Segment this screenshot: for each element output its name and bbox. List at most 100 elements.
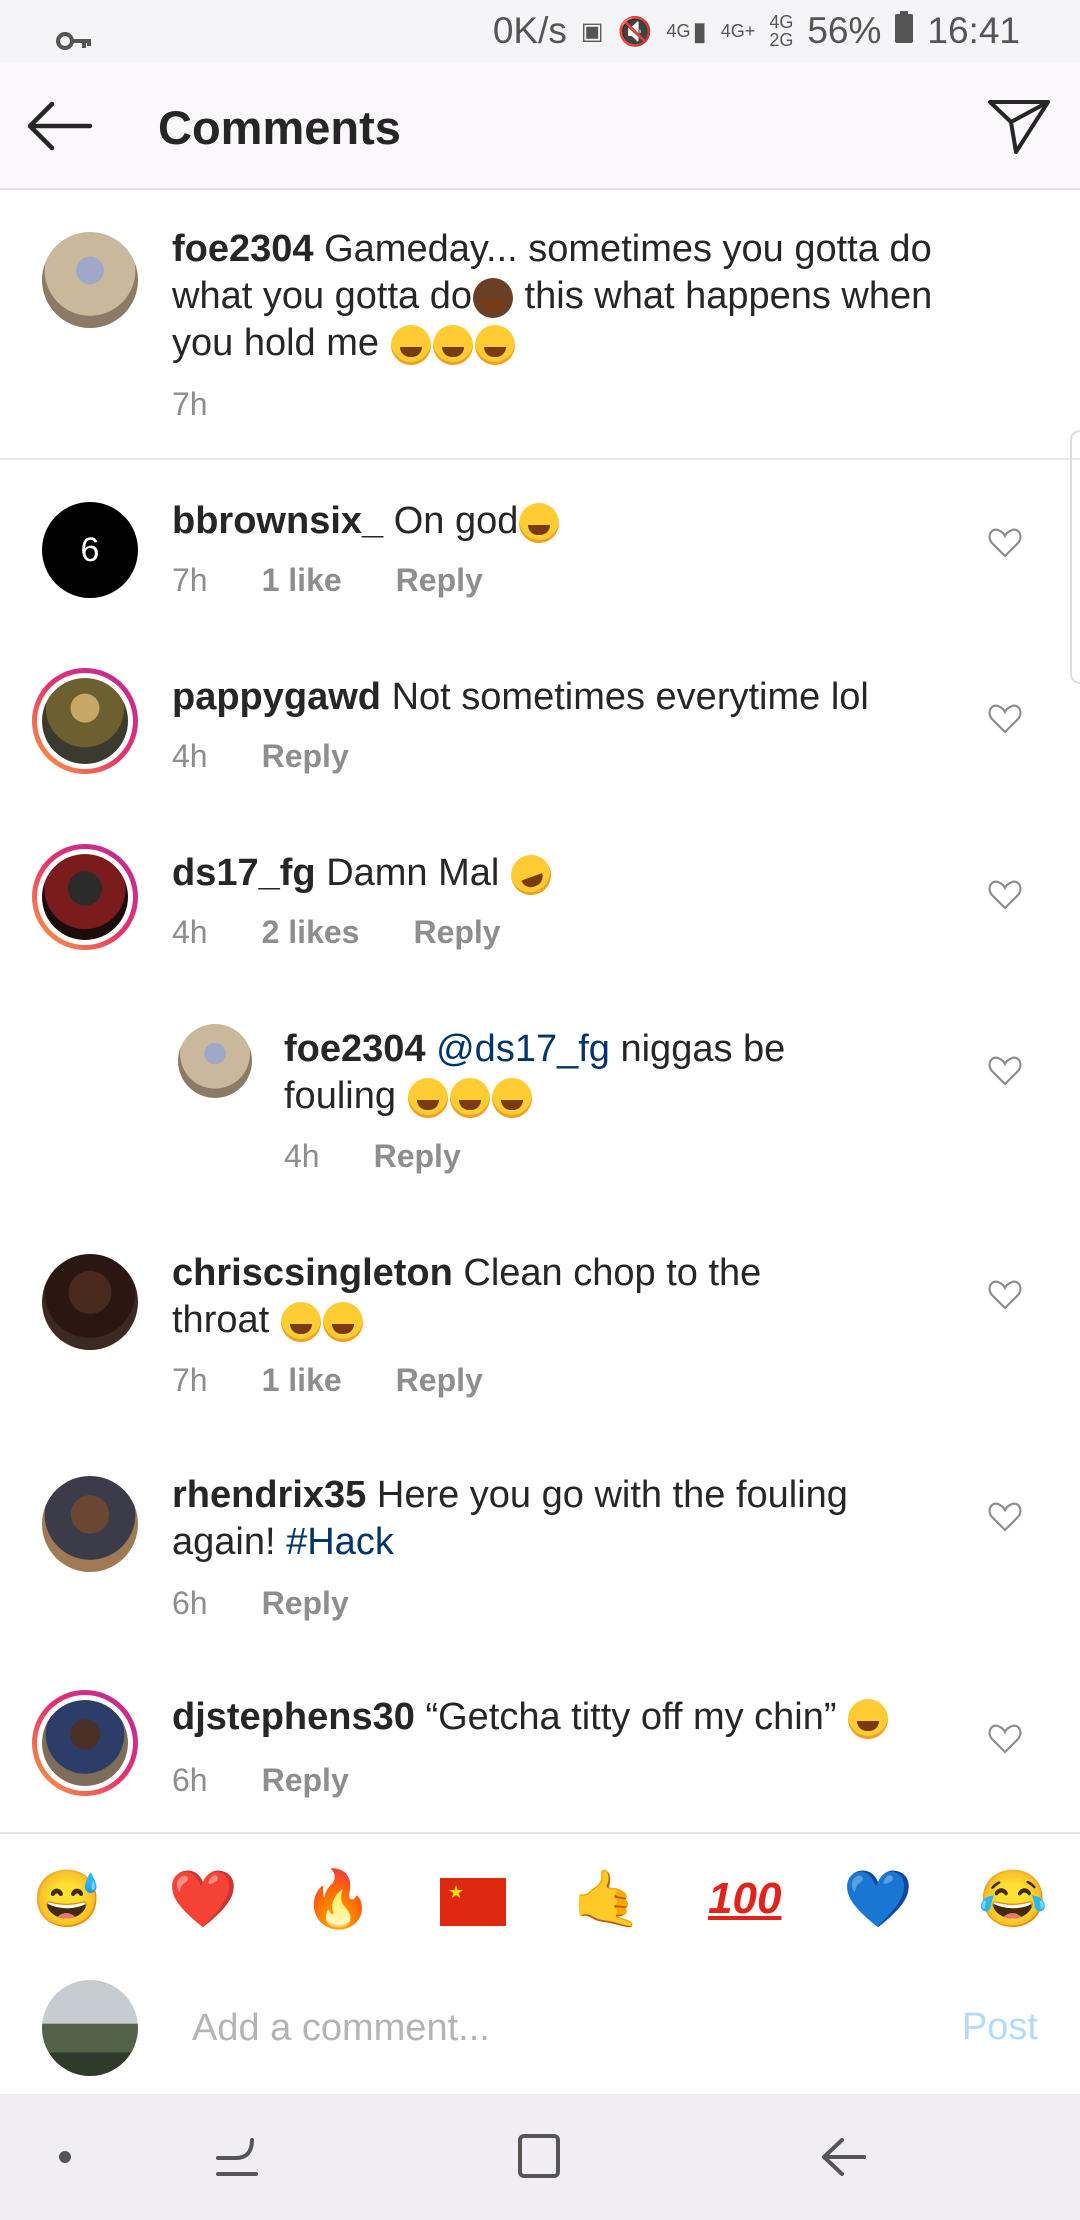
- avatar[interactable]: [32, 1690, 138, 1796]
- grin-emoji-icon: [280, 1301, 321, 1342]
- comment-meta: 6h Reply: [172, 1585, 349, 1622]
- red-heart-emoji-icon[interactable]: ❤️: [168, 1864, 238, 1934]
- share-button[interactable]: [986, 96, 1054, 156]
- home-icon[interactable]: [516, 2132, 562, 2180]
- caption-text: foe2304 Gameday... sometimes you gotta d…: [172, 228, 933, 365]
- avatar[interactable]: [32, 844, 138, 950]
- call-me-hand-emoji-icon[interactable]: 🤙: [572, 1864, 642, 1934]
- key-icon: [56, 18, 92, 60]
- grinning-sweat-emoji-icon[interactable]: 😅: [32, 1864, 102, 1934]
- caption-time: 7h: [172, 386, 208, 422]
- heart-icon[interactable]: [988, 1502, 1022, 1532]
- rofl-emoji-icon: [505, 849, 557, 901]
- comment-text: ds17_fg Damn Mal: [172, 849, 992, 901]
- grin-emoji-icon: [449, 1077, 490, 1118]
- comment-username[interactable]: foe2304: [284, 1028, 426, 1070]
- comment-username[interactable]: rhendrix35: [172, 1474, 366, 1516]
- grin-emoji-icon: [432, 324, 473, 365]
- avatar[interactable]: [32, 668, 138, 774]
- network-speed: 0K/s: [492, 10, 567, 51]
- battery-percent: 56%: [807, 10, 882, 51]
- reply-button[interactable]: Reply: [396, 562, 483, 599]
- back-nav-icon[interactable]: [820, 2136, 868, 2178]
- comment-text: foe2304 @ds17_fg niggas be fouling: [284, 1028, 786, 1118]
- hashtag-link[interactable]: #Hack: [286, 1521, 394, 1563]
- page-title: Comments: [158, 101, 401, 154]
- comment-input[interactable]: [190, 1996, 894, 2060]
- comment-time: 4h: [172, 914, 208, 950]
- china-flag-emoji-icon[interactable]: ★: [438, 1872, 508, 1942]
- grin-emoji-icon: [848, 1698, 889, 1739]
- comment-username[interactable]: chriscsingleton: [172, 1252, 453, 1294]
- recents-icon[interactable]: [212, 2134, 260, 2180]
- grin-emoji-icon: [407, 1077, 448, 1118]
- reply-button[interactable]: Reply: [262, 738, 349, 775]
- comment-username[interactable]: bbrownsix_: [172, 500, 383, 542]
- comment-username[interactable]: djstephens30: [172, 1696, 415, 1738]
- app-header: Comments: [0, 62, 1080, 190]
- comment-time: 6h: [172, 1762, 208, 1798]
- heart-icon[interactable]: [988, 1280, 1022, 1310]
- likes-count[interactable]: 1 like: [262, 1362, 342, 1399]
- hundred-points-emoji-icon[interactable]: 100: [708, 1864, 781, 1934]
- reply-button[interactable]: Reply: [262, 1585, 349, 1622]
- heart-icon[interactable]: [988, 704, 1022, 734]
- tears-of-joy-emoji-icon[interactable]: 😂: [978, 1864, 1048, 1934]
- avatar[interactable]: [42, 1476, 138, 1572]
- comment-time: 7h: [172, 562, 208, 598]
- mention-link[interactable]: @ds17_fg: [436, 1028, 610, 1070]
- avatar[interactable]: 6: [42, 502, 138, 598]
- back-button[interactable]: [24, 98, 104, 154]
- avatar[interactable]: [42, 1254, 138, 1350]
- comment-time: 7h: [172, 1362, 208, 1398]
- reply-button[interactable]: Reply: [396, 1362, 483, 1399]
- caption-username[interactable]: foe2304: [172, 228, 314, 270]
- comment-text: pappygawd Not sometimes everytime lol: [172, 676, 869, 718]
- battery-icon: [895, 10, 914, 52]
- scroll-indicator: [1070, 430, 1080, 684]
- comment-text: bbrownsix_ On god: [172, 498, 992, 545]
- heart-icon[interactable]: [988, 1724, 1022, 1754]
- svg-text:★: ★: [448, 1882, 464, 1903]
- dot-icon[interactable]: [56, 2148, 74, 2166]
- sim-icon: ▣: [580, 17, 604, 45]
- comment-text: djstephens30 “Getcha titty off my chin”: [172, 1694, 992, 1741]
- comment-username[interactable]: ds17_fg: [172, 852, 316, 894]
- avatar[interactable]: [42, 232, 138, 328]
- comment-text: chriscsingleton Clean chop to the throat: [172, 1252, 762, 1342]
- grin-emoji-icon: [491, 1077, 532, 1118]
- grin-emoji-icon: [390, 324, 431, 365]
- heart-icon[interactable]: [988, 528, 1022, 558]
- person-gesturing-icon: [473, 277, 513, 318]
- reply-button[interactable]: Reply: [374, 1138, 461, 1175]
- comment-meta: 4h 2 likes Reply: [172, 914, 501, 951]
- send-icon: [988, 100, 1050, 154]
- comment-meta: 7h 1 like Reply: [172, 562, 483, 599]
- likes-count[interactable]: 2 likes: [262, 914, 360, 951]
- heart-icon[interactable]: [988, 880, 1022, 910]
- system-nav-bar: [0, 2094, 1080, 2220]
- grin-emoji-icon: [519, 502, 560, 543]
- fire-emoji-icon[interactable]: 🔥: [303, 1864, 373, 1934]
- signal-1: 4G ▮: [666, 15, 707, 46]
- comment-username[interactable]: pappygawd: [172, 676, 381, 718]
- blue-heart-emoji-icon[interactable]: 💙: [843, 1864, 913, 1934]
- grin-emoji-icon: [322, 1301, 363, 1342]
- caption-meta: 7h: [172, 386, 208, 423]
- likes-count[interactable]: 1 like: [262, 562, 342, 599]
- comment-time: 6h: [172, 1585, 208, 1621]
- heart-icon[interactable]: [988, 1056, 1022, 1086]
- reply-button[interactable]: Reply: [262, 1762, 349, 1799]
- avatar[interactable]: [178, 1024, 252, 1098]
- signal-2: 4G+: [720, 21, 756, 41]
- comment-composer: Post: [0, 1962, 1080, 2094]
- comment-time: 4h: [172, 738, 208, 774]
- comment-meta: 6h Reply: [172, 1762, 349, 1799]
- comment-text: rhendrix35 Here you go with the fouling …: [172, 1474, 848, 1563]
- reply-button[interactable]: Reply: [413, 914, 500, 951]
- grin-emoji-icon: [474, 324, 515, 365]
- quick-reactions-bar: 😅 ❤️ 🔥 ★ 🤙 100 💙 😂: [0, 1832, 1080, 1964]
- comment-meta: 4h Reply: [172, 738, 349, 775]
- post-button[interactable]: Post: [962, 2006, 1038, 2049]
- status-bar: 0K/s ▣ 🔇 4G ▮ 4G+ 4G 2G 56% 16:41: [0, 0, 1080, 62]
